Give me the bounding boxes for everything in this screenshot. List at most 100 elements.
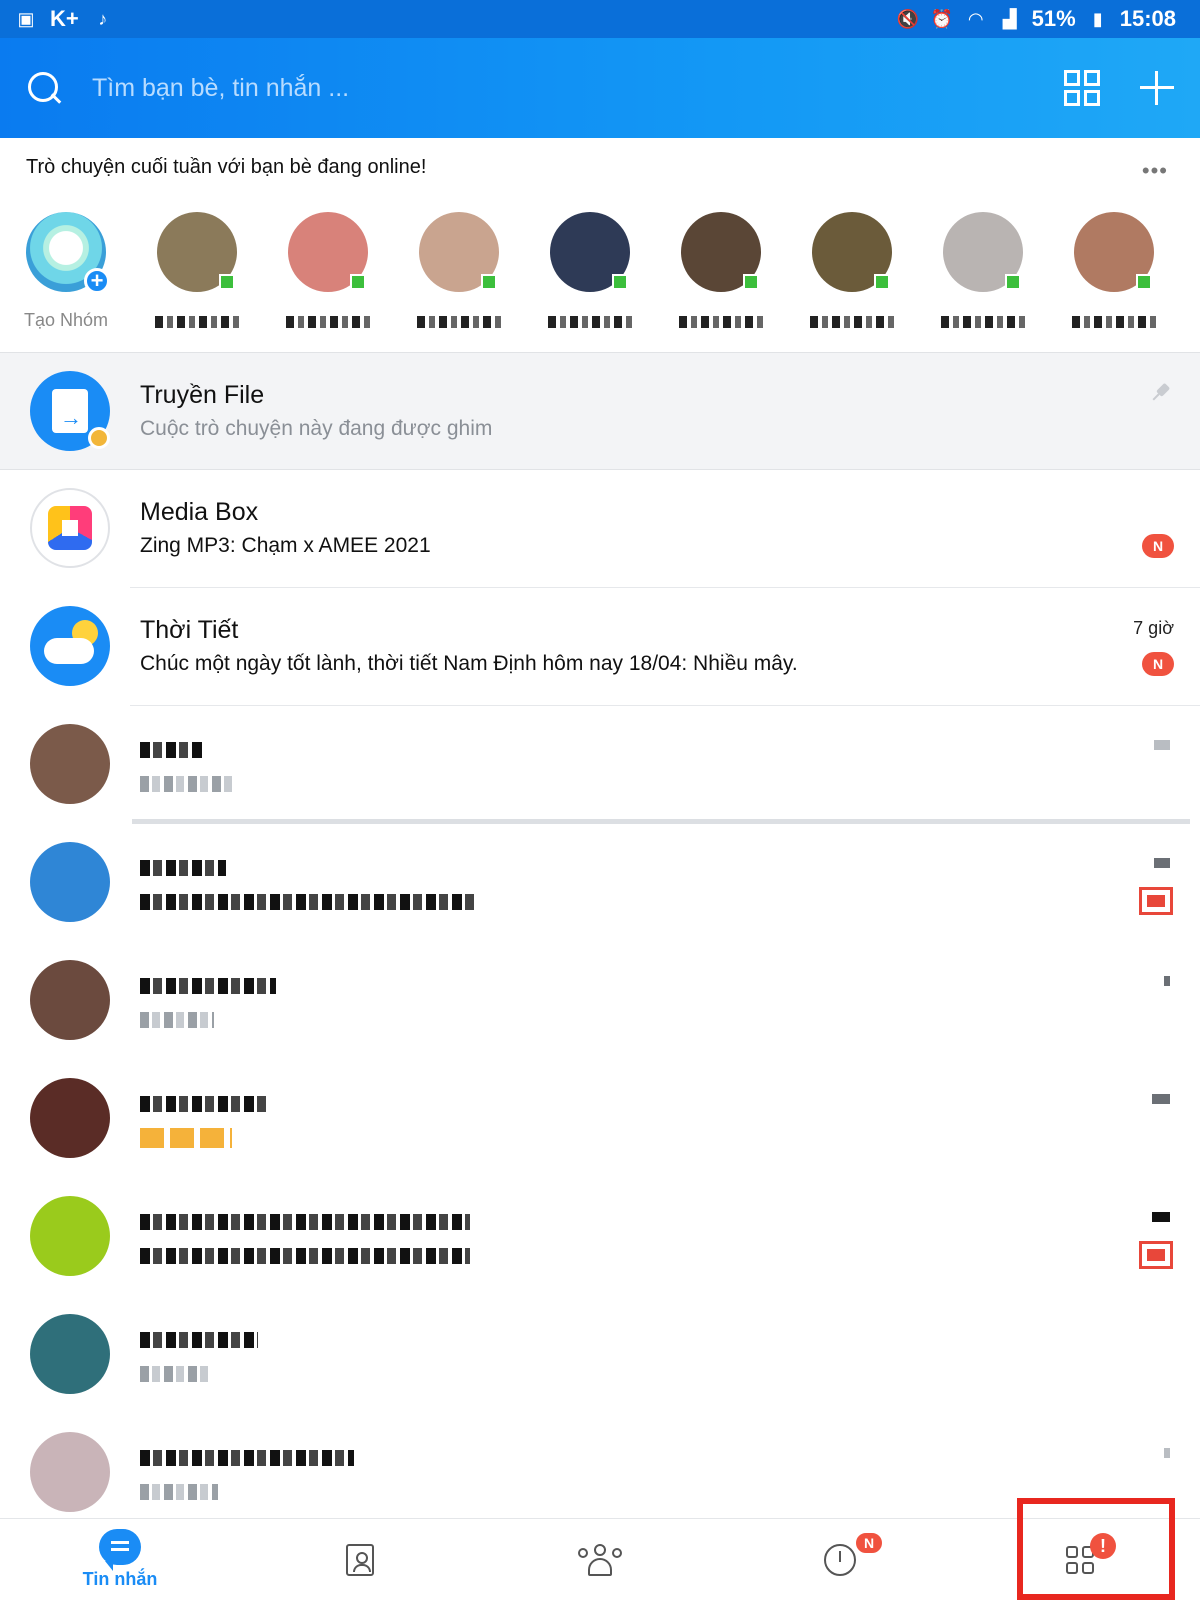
online-friend[interactable] bbox=[679, 212, 763, 331]
app-header bbox=[0, 38, 1200, 138]
conversation-name: Truyền File bbox=[140, 381, 265, 409]
blurred-time bbox=[1152, 1212, 1170, 1222]
conversation-item[interactable] bbox=[0, 1178, 1200, 1296]
media-box-cube-icon bbox=[48, 506, 92, 550]
blurred-badge bbox=[1139, 887, 1173, 915]
conversation-list: → Truyền File Cuộc trò chuyện này đang đ… bbox=[0, 352, 1200, 1532]
qr-code-icon[interactable] bbox=[1064, 70, 1100, 106]
blurred-preview bbox=[140, 1484, 218, 1500]
conversation-item[interactable] bbox=[0, 1060, 1200, 1178]
conversation-item[interactable] bbox=[0, 824, 1200, 942]
file-icon: → bbox=[52, 389, 88, 433]
conversation-item-weather[interactable]: Thời Tiết Chúc một ngày tốt lành, thời t… bbox=[0, 588, 1200, 706]
new-badge: N bbox=[1142, 534, 1174, 558]
image-icon: ▣ bbox=[17, 8, 35, 29]
conversation-item[interactable] bbox=[0, 706, 1200, 824]
groups-icon bbox=[576, 1543, 624, 1576]
blurred-friend-name bbox=[810, 316, 894, 328]
online-section-title: Trò chuyện cuối tuần với bạn bè đang onl… bbox=[26, 156, 427, 178]
create-group-label: Tạo Nhóm bbox=[23, 310, 109, 330]
blurred-friend-name bbox=[417, 316, 501, 328]
kplus-icon: K+ bbox=[50, 6, 79, 31]
tab-contacts[interactable] bbox=[240, 1519, 480, 1600]
friend-avatar bbox=[419, 212, 499, 292]
online-friend[interactable] bbox=[155, 212, 239, 331]
blurred-friend-name bbox=[286, 316, 370, 328]
blurred-friend-name bbox=[155, 316, 239, 328]
friend-avatar bbox=[550, 212, 630, 292]
conversation-time: 7 giờ bbox=[1133, 618, 1174, 638]
friend-avatar bbox=[681, 212, 761, 292]
blurred-name bbox=[140, 1450, 354, 1466]
blurred-friend-name bbox=[941, 316, 1025, 328]
online-status-icon bbox=[350, 274, 366, 290]
wifi-icon: ◠ bbox=[967, 8, 984, 29]
contact-avatar bbox=[30, 1432, 110, 1512]
online-status-icon bbox=[612, 274, 628, 290]
conversation-item-file-transfer[interactable]: → Truyền File Cuộc trò chuyện này đang đ… bbox=[0, 352, 1200, 470]
blurred-name bbox=[140, 1332, 258, 1348]
highlight-annotation-box bbox=[1017, 1498, 1175, 1600]
blurred-friend-name bbox=[548, 316, 632, 328]
signal-icon: ▟ bbox=[1002, 8, 1017, 29]
contact-avatar bbox=[30, 1078, 110, 1158]
online-friends-section: Trò chuyện cuối tuần với bạn bè đang onl… bbox=[0, 138, 1200, 352]
blurred-preview bbox=[140, 894, 476, 910]
alarm-icon: ⏰ bbox=[930, 8, 953, 29]
online-friend[interactable] bbox=[548, 212, 632, 331]
clock: 15:08 bbox=[1119, 6, 1176, 31]
conversation-preview: Chúc một ngày tốt lành, thời tiết Nam Đị… bbox=[140, 652, 798, 675]
media-box-avatar bbox=[30, 488, 110, 568]
blurred-preview bbox=[140, 776, 232, 792]
online-status-icon bbox=[481, 274, 497, 290]
online-friend[interactable] bbox=[810, 212, 894, 331]
friend-avatar bbox=[157, 212, 237, 292]
conversation-name: Media Box bbox=[140, 498, 259, 526]
online-status-icon bbox=[219, 274, 235, 290]
tiktok-icon: ♪ bbox=[98, 8, 108, 29]
clock-icon bbox=[824, 1543, 856, 1576]
conversation-item-media-box[interactable]: Media Box Zing MP3: Chạm x AMEE 2021 N bbox=[0, 470, 1200, 588]
tab-timeline[interactable]: N bbox=[720, 1519, 960, 1600]
friend-avatar bbox=[288, 212, 368, 292]
search-input[interactable] bbox=[92, 73, 652, 103]
online-friend[interactable] bbox=[1072, 212, 1156, 331]
blurred-preview bbox=[140, 1012, 214, 1028]
create-group-avatar: + bbox=[26, 212, 110, 294]
blurred-name bbox=[140, 860, 226, 876]
tab-messages-label: Tin nhắn bbox=[82, 1569, 158, 1589]
online-friend[interactable] bbox=[941, 212, 1025, 331]
contact-avatar bbox=[30, 960, 110, 1040]
blurred-name bbox=[140, 1214, 470, 1230]
blurred-time bbox=[1154, 858, 1170, 868]
create-group-button[interactable]: + Tạo Nhóm bbox=[23, 212, 110, 331]
contact-avatar bbox=[30, 842, 110, 922]
online-friend[interactable] bbox=[417, 212, 501, 331]
conversation-preview: Cuộc trò chuyện này đang được ghim bbox=[140, 417, 493, 440]
blurred-name bbox=[140, 1096, 270, 1112]
verified-icon bbox=[88, 427, 110, 449]
friend-avatar bbox=[1074, 212, 1154, 292]
online-status-icon bbox=[743, 274, 759, 290]
battery-icon: ▮ bbox=[1092, 8, 1103, 29]
tab-messages[interactable]: Tin nhắn bbox=[0, 1519, 240, 1600]
tab-groups[interactable] bbox=[480, 1519, 720, 1600]
blurred-badge bbox=[1139, 1241, 1173, 1269]
blurred-friend-name bbox=[1072, 316, 1156, 328]
mute-icon: 🔇 bbox=[896, 8, 919, 29]
status-bar: ▣ K+ ♪ 🔇 ⏰ ◠ ▟ 51% ▮ 15:08 bbox=[0, 0, 1200, 38]
add-icon[interactable] bbox=[1140, 71, 1174, 105]
conversation-item[interactable] bbox=[0, 942, 1200, 1060]
search-icon[interactable] bbox=[26, 70, 62, 106]
new-badge: N bbox=[1142, 652, 1174, 676]
contact-avatar bbox=[30, 724, 110, 804]
conversation-item[interactable] bbox=[0, 1296, 1200, 1414]
contact-avatar bbox=[30, 1196, 110, 1276]
friend-avatar bbox=[812, 212, 892, 292]
battery-percent: 51% bbox=[1031, 6, 1076, 31]
more-icon[interactable]: ••• bbox=[1142, 158, 1168, 184]
online-status-icon bbox=[874, 274, 890, 290]
online-avatar-list: + Tạo Nhóm bbox=[23, 212, 1156, 331]
online-friend[interactable] bbox=[286, 212, 370, 331]
contact-avatar bbox=[30, 1314, 110, 1394]
